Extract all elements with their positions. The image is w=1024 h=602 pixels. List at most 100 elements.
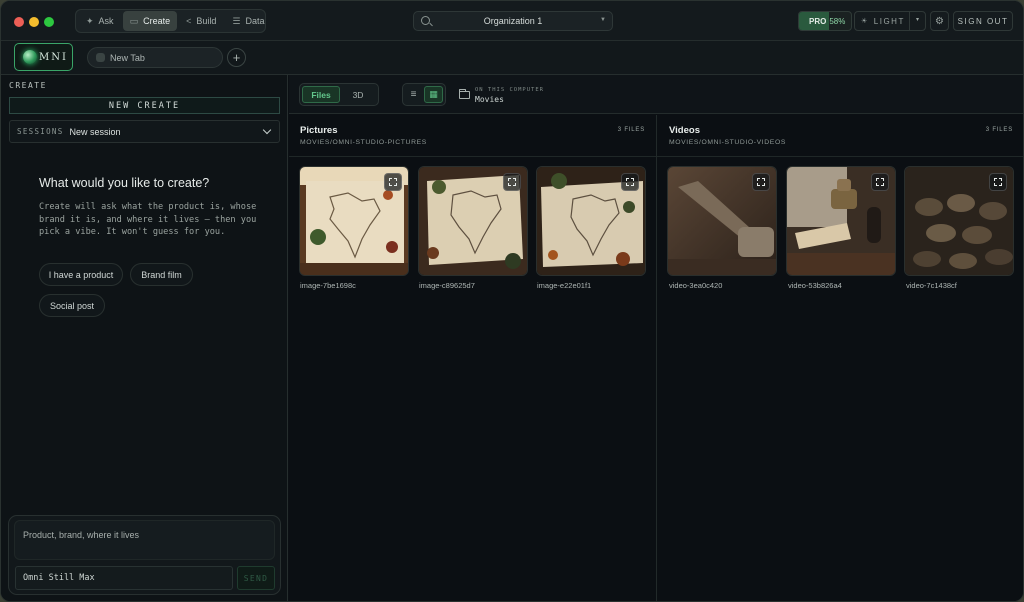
mode-create-button[interactable]: ▭ Create <box>122 11 178 31</box>
pictures-title: Pictures <box>300 125 338 136</box>
sessions-select[interactable]: SESSIONS New session <box>9 120 280 143</box>
videos-count: 3 FILES <box>985 127 1013 133</box>
sidebar-section-label: CREATE <box>9 81 47 90</box>
create-sidebar: CREATE NEW CREATE SESSIONS New session W… <box>1 75 288 601</box>
tab-favicon-icon <box>96 53 105 62</box>
sessions-value: New session <box>69 126 121 137</box>
zoom-window-button[interactable] <box>44 17 54 27</box>
plan-usage-badge[interactable]: PRO 58% <box>798 11 852 31</box>
top-bar: ✦ Ask ▭ Create < Build ☰ Data Organizati… <box>1 1 1023 41</box>
mode-build-button[interactable]: < Build <box>179 11 223 31</box>
expand-button[interactable] <box>503 173 521 191</box>
picture-thumbnail[interactable] <box>536 166 646 276</box>
theme-dropdown-icon[interactable]: ▾ <box>916 16 921 23</box>
pictures-header-divider <box>289 156 656 157</box>
picture-thumbnail[interactable] <box>299 166 409 276</box>
mode-create-label: Create <box>143 16 171 26</box>
expand-button[interactable] <box>752 173 770 191</box>
theme-divider <box>909 12 910 30</box>
new-create-button[interactable]: NEW CREATE <box>9 97 280 114</box>
location-caption: ON THIS COMPUTER <box>475 86 544 93</box>
ask-icon: ✦ <box>86 15 94 26</box>
tab-3d[interactable]: 3D <box>340 86 376 103</box>
list-view-button[interactable]: ≡ <box>405 86 422 103</box>
video-thumbnail[interactable] <box>904 166 1014 276</box>
files-toolbar: Files 3D ≡ ▦ ON THIS COMPUTER Movies <box>289 75 1023 114</box>
plan-usage-value: 58% <box>829 16 846 26</box>
mode-ask-button[interactable]: ✦ Ask <box>79 11 121 31</box>
composer: Omni Still Max SEND <box>8 515 281 595</box>
picture-name: image-c89625d7 <box>419 281 475 290</box>
layout-toggle: ≡ ▦ <box>402 83 446 106</box>
chevron-down-icon: ▼ <box>600 17 606 23</box>
logo-orb-icon <box>23 50 37 64</box>
send-button[interactable]: SEND <box>237 566 275 590</box>
plan-label: PRO <box>809 16 827 26</box>
grid-icon: ▦ <box>429 89 438 99</box>
organization-selector[interactable]: Organization 1 ▼ <box>413 11 613 31</box>
prompt-description: Create will ask what the product is, who… <box>39 202 257 237</box>
omni-logo[interactable]: MNI <box>14 43 73 71</box>
search-icon <box>421 16 430 25</box>
build-icon: < <box>186 16 192 26</box>
mode-data-label: Data <box>245 16 265 26</box>
picture-name: image-e22e01f1 <box>537 281 592 290</box>
pictures-panel: Pictures MOVIES/OMNI-STUDIO-PICTURES 3 F… <box>289 115 656 601</box>
list-icon: ≡ <box>410 89 417 100</box>
tab-new-tab[interactable]: New Tab <box>87 47 223 68</box>
video-name: video-3ea0c420 <box>669 281 723 290</box>
minimize-window-button[interactable] <box>29 17 39 27</box>
chip-brand-film[interactable]: Brand film <box>130 263 193 286</box>
pictures-path: MOVIES/OMNI-STUDIO-PICTURES <box>300 139 427 146</box>
video-name: video-7c1438cf <box>906 281 957 290</box>
expand-button[interactable] <box>871 173 889 191</box>
pictures-count: 3 FILES <box>617 127 645 133</box>
prompt-title: What would you like to create? <box>39 176 210 190</box>
sessions-label: SESSIONS <box>17 127 64 136</box>
prompt-input[interactable] <box>14 520 275 560</box>
sun-icon: ☀ <box>861 18 869 25</box>
grid-view-button[interactable]: ▦ <box>424 86 443 103</box>
expand-button[interactable] <box>989 173 1007 191</box>
theme-toggle[interactable]: ☀ LIGHT ▾ <box>854 11 926 31</box>
gear-icon: ⚙ <box>935 15 944 27</box>
data-icon: ☰ <box>232 15 241 26</box>
videos-panel: Videos MOVIES/OMNI-STUDIO-VIDEOS 3 FILES… <box>657 115 1023 601</box>
tab-bar: MNI New Tab + <box>1 41 1023 75</box>
chevron-down-icon <box>262 125 272 135</box>
videos-header-divider <box>657 156 1023 157</box>
video-thumbnail[interactable] <box>786 166 896 276</box>
video-thumbnail[interactable] <box>667 166 777 276</box>
expand-button[interactable] <box>621 173 639 191</box>
plus-icon: + <box>232 50 241 65</box>
folder-icon <box>459 89 470 99</box>
settings-button[interactable]: ⚙ <box>930 11 949 31</box>
close-window-button[interactable] <box>14 17 24 27</box>
picture-thumbnail[interactable] <box>418 166 528 276</box>
files-browser: Files 3D ≡ ▦ ON THIS COMPUTER Movies Pic… <box>289 75 1023 601</box>
videos-title: Videos <box>669 125 700 136</box>
videos-path: MOVIES/OMNI-STUDIO-VIDEOS <box>669 139 786 146</box>
sign-out-button[interactable]: SIGN OUT <box>953 11 1013 31</box>
logo-text: MNI <box>39 51 68 63</box>
theme-label: LIGHT <box>873 16 905 26</box>
organization-name: Organization 1 <box>483 16 543 26</box>
tab-files[interactable]: Files <box>302 86 340 103</box>
location-picker[interactable]: ON THIS COMPUTER Movies <box>459 83 544 107</box>
chip-have-product[interactable]: I have a product <box>39 263 123 286</box>
mode-build-label: Build <box>196 16 217 26</box>
chip-social-post[interactable]: Social post <box>39 294 105 317</box>
video-name: video-53b826a4 <box>788 281 842 290</box>
app-window: ✦ Ask ▭ Create < Build ☰ Data Organizati… <box>0 0 1024 602</box>
expand-button[interactable] <box>384 173 402 191</box>
create-icon: ▭ <box>129 15 139 26</box>
model-selector[interactable]: Omni Still Max <box>15 566 233 590</box>
picture-name: image-7be1698c <box>300 281 356 290</box>
mode-data-button[interactable]: ☰ Data <box>225 11 271 31</box>
tab-label: New Tab <box>110 52 145 63</box>
view-tabs: Files 3D <box>299 83 379 106</box>
add-tab-button[interactable]: + <box>227 48 246 67</box>
location-name: Movies <box>475 94 504 104</box>
mode-switcher: ✦ Ask ▭ Create < Build ☰ Data <box>75 9 266 33</box>
mode-ask-label: Ask <box>98 16 114 26</box>
